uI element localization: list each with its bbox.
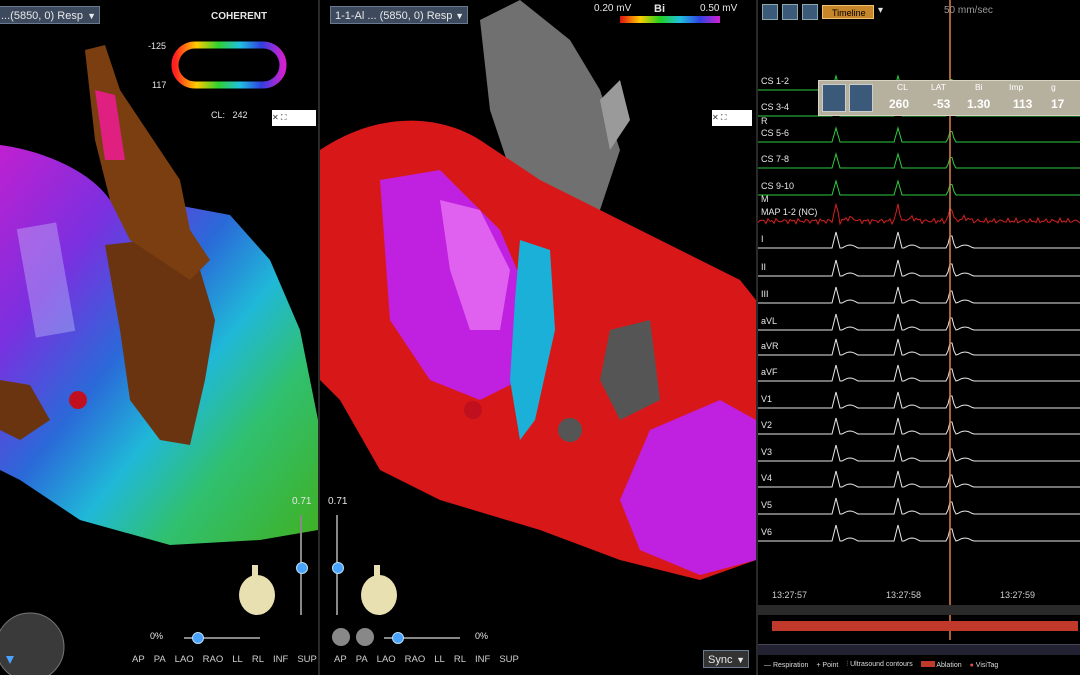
- legend-visitag: ● VisiTag: [969, 661, 999, 669]
- view-sup-button[interactable]: SUP: [297, 654, 317, 665]
- signal-trace: [758, 152, 1080, 169]
- view-sup-button[interactable]: SUP: [499, 654, 519, 665]
- view-rao-button[interactable]: RAO: [203, 654, 224, 665]
- bi-max-label: 0.50 mV: [700, 3, 738, 14]
- horizontal-scrollbar[interactable]: [758, 644, 1080, 655]
- view-ll-button[interactable]: LL: [232, 654, 243, 665]
- signal-trace: [758, 202, 1080, 226]
- signal-trace: [758, 497, 1080, 515]
- cl-value: 260: [889, 97, 910, 111]
- signal-trace: [758, 391, 1080, 409]
- chevron-down-icon: ▼: [87, 11, 96, 21]
- view-pa-button[interactable]: PA: [356, 654, 368, 665]
- legend-point: + Point: [816, 661, 839, 669]
- home-view-icon[interactable]: [356, 628, 374, 646]
- opacity-slider-knob[interactable]: [296, 562, 308, 574]
- lat-header: LAT: [931, 82, 946, 92]
- lat-value: -53: [933, 97, 951, 111]
- catheter-icon[interactable]: [849, 84, 873, 112]
- time-tick: 13:27:57: [772, 590, 808, 600]
- cl-label: CL: 242: [211, 110, 248, 120]
- opacity-slider-knob[interactable]: [332, 562, 344, 574]
- signal-trace: [758, 470, 1080, 488]
- view-lao-button[interactable]: LAO: [377, 654, 396, 665]
- signal-trace: [758, 286, 1080, 304]
- view-ll-button[interactable]: LL: [434, 654, 445, 665]
- view-rl-button[interactable]: RL: [454, 654, 466, 665]
- signal-trace: [758, 126, 1080, 143]
- view-rao-button[interactable]: RAO: [405, 654, 426, 665]
- cl-header: CL: [897, 82, 908, 92]
- view-lao-button[interactable]: LAO: [175, 654, 194, 665]
- coherent-title: COHERENT: [211, 11, 268, 22]
- zoom-label: 0%: [150, 631, 164, 641]
- view-inf-button[interactable]: INF: [475, 654, 490, 665]
- bi-min-label: 0.20 mV: [594, 3, 632, 14]
- opacity-label: 0.71: [292, 496, 312, 507]
- catheter-info-box: CL LAT Bi Imp g 260 -53 1.30 113 17: [818, 80, 1080, 116]
- heart-orientation-icon: [361, 565, 397, 615]
- g-header: g: [1051, 82, 1056, 92]
- legend-respiration: — Respiration: [764, 661, 809, 669]
- timeline-scrollbar[interactable]: [758, 605, 1080, 615]
- view-rl-button[interactable]: RL: [252, 654, 264, 665]
- legend-ablation: Ablation: [920, 661, 962, 669]
- chevron-down-icon: ▼: [736, 655, 745, 665]
- lat-max-label: -125: [148, 41, 167, 51]
- heart-orientation-icon: [239, 565, 275, 615]
- ecg-signals-panel[interactable]: Timeline ▾ 50 mm/sec CS 1-2 CS 3-4 R CS 5-6…: [758, 0, 1080, 675]
- voltage-color-bar: [620, 16, 720, 23]
- chevron-down-icon: ▼: [455, 11, 464, 21]
- imp-value: 113: [1013, 97, 1033, 111]
- bi-value: 1.30: [967, 97, 991, 111]
- zoom-slider-knob[interactable]: [192, 632, 204, 644]
- navigation-compass-icon[interactable]: [0, 612, 70, 675]
- legend-ultrasound: ⫶ Ultrasound contours: [846, 661, 913, 668]
- voltage-map-panel[interactable]: 1-1-Al ... (5850, 0) Resp ▼ 0.20 mV Bi 0.…: [320, 0, 756, 675]
- clock-icon[interactable]: [822, 84, 846, 112]
- panel-toolbar[interactable]: ✕ ⛶: [272, 110, 316, 126]
- map-select-dropdown[interactable]: ...(5850, 0) Resp ▼: [0, 6, 100, 24]
- signal-trace: [758, 231, 1080, 249]
- panel-toolbar[interactable]: ✕ ⛶: [712, 110, 752, 126]
- view-ap-button[interactable]: AP: [334, 654, 347, 665]
- view-buttons[interactable]: AP PA LAO RAO LL RL INF SUP: [334, 654, 519, 665]
- time-tick: 13:27:58: [886, 590, 922, 600]
- signal-trace: [758, 338, 1080, 356]
- view-buttons[interactable]: AP PA LAO RAO LL RL INF SUP: [132, 654, 317, 665]
- lat-color-ring: [171, 41, 287, 89]
- lat-min-label: 117: [152, 80, 167, 90]
- map-select-dropdown[interactable]: 1-1-Al ... (5850, 0) Resp ▼: [330, 6, 468, 24]
- zoom-slider-knob[interactable]: [392, 632, 404, 644]
- imp-header: Imp: [1009, 82, 1024, 92]
- signal-legend: — Respiration + Point ⫶ Ultrasound conto…: [758, 661, 1080, 669]
- rotate-icon[interactable]: [332, 628, 350, 646]
- ablation-bar: [772, 621, 1078, 631]
- time-tick: 13:27:59: [1000, 590, 1036, 600]
- signal-trace: [758, 444, 1080, 462]
- g-value: 17: [1051, 97, 1065, 111]
- bi-label: Bi: [654, 3, 665, 15]
- view-pa-button[interactable]: PA: [154, 654, 166, 665]
- signal-trace: [758, 524, 1080, 542]
- signal-trace: [758, 179, 1080, 196]
- lat-map-panel[interactable]: ...(5850, 0) Resp ▼ COHERENT -125 117 CL:…: [0, 0, 318, 675]
- opacity-label: 0.71: [328, 496, 348, 507]
- bi-header: Bi: [975, 82, 983, 92]
- zoom-label: 0%: [475, 631, 489, 641]
- sync-dropdown[interactable]: Sync ▼: [703, 650, 749, 668]
- view-ap-button[interactable]: AP: [132, 654, 145, 665]
- signal-trace: [758, 364, 1080, 382]
- view-inf-button[interactable]: INF: [273, 654, 288, 665]
- signal-trace: [758, 313, 1080, 331]
- signal-trace: [758, 417, 1080, 435]
- signal-trace: [758, 259, 1080, 277]
